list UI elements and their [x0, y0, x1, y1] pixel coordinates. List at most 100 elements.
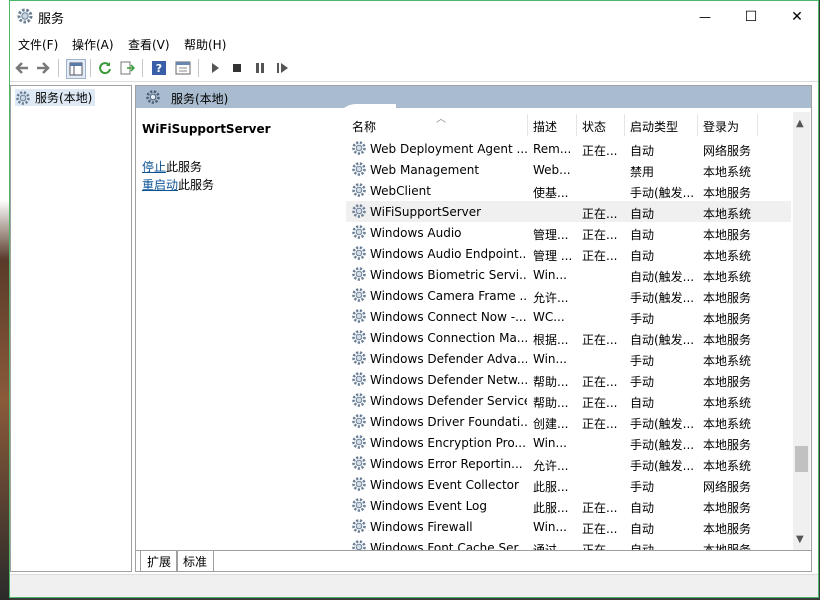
cell-status: 正在...	[582, 501, 618, 515]
table-row[interactable]: Windows Error Reportin... 允许... 手动(触发... 本地…	[346, 453, 791, 474]
forward-icon[interactable]	[34, 59, 52, 77]
cell-startup-type: 手动	[630, 480, 655, 494]
table-row[interactable]: Windows Event Collector 此服... 手动 网络服务	[346, 474, 791, 495]
restart-service-link[interactable]: 重启动	[142, 178, 178, 192]
cell-name: Windows Defender Netw...	[370, 373, 527, 387]
table-row[interactable]: Windows Defender Netw... 帮助... 正在... 手动 本地服务	[346, 369, 791, 390]
table-row[interactable]: Web Management Web... 禁用 本地系统	[346, 159, 791, 180]
menu-bar: 文件(F) 操作(A) 查看(V) 帮助(H)	[10, 32, 818, 54]
services-gear-icon	[146, 90, 160, 104]
cell-description: Win...	[533, 520, 567, 534]
service-gear-icon	[352, 225, 366, 239]
services-window: 服务 — ☐ ✕ 文件(F) 操作(A) 查看(V) 帮助(H) ? 服务(本地…	[9, 0, 819, 598]
table-row[interactable]: WebClient 使基... 手动(触发... 本地服务	[346, 180, 791, 201]
cell-name: Windows Event Log	[370, 499, 488, 513]
service-gear-icon	[352, 519, 366, 533]
table-row[interactable]: Windows Defender Service 帮助... 正在... 自动 本地系统	[346, 390, 791, 411]
table-row[interactable]: Windows Connection Ma... 根据... 正在... 自动(触发.…	[346, 327, 791, 348]
table-row[interactable]: Windows Audio Endpoint... 管理 ... 正在... 自动 本地…	[346, 243, 791, 264]
menu-help[interactable]: 帮助(H)	[184, 36, 226, 53]
cell-name: Windows Audio	[370, 226, 462, 240]
cell-status: 正在...	[582, 144, 618, 158]
menu-action[interactable]: 操作(A)	[72, 36, 114, 53]
service-gear-icon	[352, 351, 366, 365]
cell-status: 正在...	[582, 375, 618, 389]
cell-description: 允许...	[533, 459, 569, 473]
cell-description: 通过...	[533, 543, 569, 550]
maximize-button[interactable]: ☐	[728, 1, 774, 32]
cell-name: Windows Firewall	[370, 520, 473, 534]
table-row[interactable]: Windows Camera Frame ... 允许... 手动(触发... 本地服…	[346, 285, 791, 306]
scroll-down-icon[interactable]: ▼	[796, 534, 804, 545]
cell-description: 管理...	[533, 228, 569, 242]
status-bar	[10, 574, 818, 597]
cell-name: Windows Driver Foundati...	[370, 415, 527, 429]
cell-logon-as: 本地系统	[703, 459, 752, 473]
back-icon[interactable]	[13, 59, 31, 77]
cell-startup-type: 手动(触发...	[630, 291, 695, 305]
table-row[interactable]: WiFiSupportServer 正在... 自动 本地系统	[346, 201, 791, 222]
table-row[interactable]: Windows Audio 管理... 正在... 自动 本地服务	[346, 222, 791, 243]
stop-service-icon[interactable]	[228, 59, 246, 77]
tree-item-services-local[interactable]: 服务(本地)	[15, 89, 96, 106]
menu-view[interactable]: 查看(V)	[128, 36, 170, 53]
tab-extended[interactable]: 扩展	[140, 551, 179, 571]
table-row[interactable]: Windows Font Cache Ser... 通过... 正在... 自动 本地服…	[346, 537, 791, 550]
cell-status: 正在...	[582, 396, 618, 410]
table-row[interactable]: Web Deployment Agent ... Rem... 正在... 自动 网络服…	[346, 138, 791, 159]
cell-description: 此服...	[533, 501, 569, 515]
table-row[interactable]: Windows Defender Adva... Win... 手动 本地系统	[346, 348, 791, 369]
cell-logon-as: 本地服务	[703, 228, 752, 242]
cell-startup-type: 自动(触发...	[630, 333, 695, 347]
service-gear-icon	[352, 456, 366, 470]
column-startup-type[interactable]: 启动类型	[630, 118, 678, 135]
restart-service-icon[interactable]	[274, 59, 292, 77]
scroll-up-icon[interactable]: ▲	[796, 118, 804, 129]
table-row[interactable]: Windows Biometric Servi... Win... 自动(触发...…	[346, 264, 791, 285]
pause-service-icon[interactable]	[251, 59, 269, 77]
cell-description: 允许...	[533, 291, 569, 305]
stop-service-link[interactable]: 停止	[142, 160, 166, 174]
close-button[interactable]: ✕	[774, 1, 818, 32]
cell-status: 正在...	[582, 228, 618, 242]
table-row[interactable]: Windows Encryption Pro... Win... 手动(触发... 本…	[346, 432, 791, 453]
toolbar: ?	[10, 55, 818, 82]
cell-name: Windows Font Cache Ser...	[370, 541, 527, 550]
table-row[interactable]: Windows Driver Foundati... 创建... 正在... 手动(触…	[346, 411, 791, 432]
refresh-icon[interactable]	[96, 59, 114, 77]
service-gear-icon	[352, 288, 366, 302]
table-row[interactable]: Windows Firewall Win... 正在... 自动 本地服务	[346, 516, 791, 537]
cell-description: WC...	[533, 310, 565, 324]
export-list-icon[interactable]	[118, 59, 136, 77]
cell-startup-type: 自动	[630, 207, 655, 221]
cell-startup-type: 手动(触发...	[630, 438, 695, 452]
column-name[interactable]: 名称	[352, 118, 376, 135]
services-list: ︿ 名称 描述 状态 启动类型 登录为 Web Deployment Agent…	[346, 112, 793, 550]
service-gear-icon	[352, 498, 366, 512]
console-tree-pane: 服务(本地)	[10, 85, 132, 572]
cell-name: Windows Audio Endpoint...	[370, 247, 527, 261]
column-status[interactable]: 状态	[582, 118, 606, 135]
properties-icon[interactable]	[174, 59, 192, 77]
cell-startup-type: 手动(触发...	[630, 417, 695, 431]
cell-logon-as: 本地服务	[703, 501, 752, 515]
column-logon-as[interactable]: 登录为	[703, 118, 739, 135]
cell-startup-type: 自动	[630, 228, 655, 242]
cell-name: Web Deployment Agent ...	[370, 142, 527, 156]
cell-logon-as: 本地服务	[703, 543, 752, 550]
console-tree-icon[interactable]	[66, 59, 86, 79]
column-description[interactable]: 描述	[533, 118, 557, 135]
help-icon[interactable]: ?	[150, 59, 168, 77]
tab-standard[interactable]: 标准	[176, 551, 215, 571]
minimize-button[interactable]: —	[682, 1, 728, 32]
cell-logon-as: 网络服务	[703, 480, 752, 494]
menu-file[interactable]: 文件(F)	[18, 36, 58, 53]
cell-name: Windows Defender Adva...	[370, 352, 527, 366]
view-tabs: 扩展 标准	[136, 550, 811, 571]
table-row[interactable]: Windows Event Log 此服... 正在... 自动 本地服务	[346, 495, 791, 516]
table-row[interactable]: Windows Connect Now -... WC... 手动 本地服务	[346, 306, 791, 327]
scroll-thumb[interactable]	[795, 446, 808, 472]
cell-logon-as: 本地服务	[703, 291, 752, 305]
vertical-scrollbar[interactable]: ▲ ▼	[793, 112, 810, 550]
start-service-icon[interactable]	[206, 59, 224, 77]
